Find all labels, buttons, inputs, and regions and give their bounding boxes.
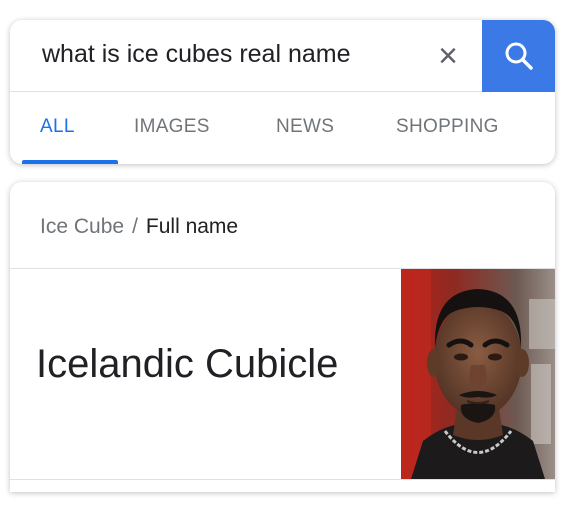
answer-card: Ice Cube / Full name Icelandic Cubicle [10,182,555,492]
search-bar: what is ice cubes real name × [10,20,555,92]
breadcrumb-separator: / [132,215,138,238]
tab-news[interactable]: NEWS [276,116,334,138]
search-button[interactable] [482,20,555,92]
search-card: what is ice cubes real name × ALL IMAGES… [10,20,555,164]
breadcrumb-attribute: Full name [145,215,239,238]
breadcrumb: Ice Cube / Full name [40,215,238,239]
card-bottom-divider [10,479,555,480]
breadcrumb-entity-link[interactable]: Ice Cube [40,215,124,238]
entity-photo[interactable] [401,269,555,479]
close-icon: × [438,37,458,75]
clear-button[interactable]: × [426,34,470,78]
tab-all[interactable]: ALL [40,116,75,138]
search-icon [505,42,533,70]
answer-text: Icelandic Cubicle [36,342,339,386]
search-input[interactable]: what is ice cubes real name [42,40,350,69]
tab-shopping[interactable]: SHOPPING [396,116,499,138]
tab-images[interactable]: IMAGES [134,116,210,138]
tab-bar: ALL IMAGES NEWS SHOPPING [10,92,555,164]
active-tab-indicator [22,160,118,164]
